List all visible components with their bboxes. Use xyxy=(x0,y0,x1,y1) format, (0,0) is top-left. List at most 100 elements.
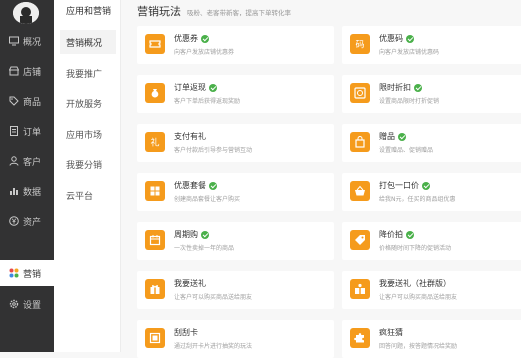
clock-icon xyxy=(350,83,370,103)
nav-item-label: 概况 xyxy=(23,37,42,48)
marketing-card[interactable]: 我要送礼 让客户可以购买商品送给朋友 xyxy=(137,271,334,309)
marketing-card-description: 客户下单后获得返现奖励 xyxy=(174,98,241,105)
marketing-card[interactable]: 降价拍价格随时间下降的促销活动 xyxy=(342,222,521,260)
marketing-card-title: 限时折扣 xyxy=(379,82,422,93)
marketing-card[interactable]: 优惠套餐 创建商品套餐让客户购买 xyxy=(137,173,334,211)
nav-item-label: 店铺 xyxy=(23,67,42,78)
gift-ribbon-icon: 礼 xyxy=(145,132,165,152)
avatar[interactable] xyxy=(13,2,39,24)
tag-icon xyxy=(8,96,19,107)
ticket-icon xyxy=(145,34,165,54)
marketing-card-title-text: 支付有礼 xyxy=(174,132,206,141)
nav-item-store[interactable]: 店铺 xyxy=(0,58,54,84)
nav-item-products[interactable]: 商品 xyxy=(0,88,54,114)
page-subtitle: 吸粉、老客带新客，提高下单转化率 xyxy=(187,9,291,17)
marketing-card-description: 客户付款后引导参与营销互动 xyxy=(174,147,253,154)
marketing-card-title-text: 周期购 xyxy=(174,230,198,239)
marketing-card-title-text: 订单返现 xyxy=(174,83,206,92)
subnav-item-promotion[interactable]: 我要推广 xyxy=(60,61,116,85)
marketing-card-title: 优惠码 xyxy=(379,33,414,44)
marketing-card[interactable]: 码 优惠码向客户发放店铺优惠码 xyxy=(342,26,521,64)
marketing-card-title-text: 打包一口价 xyxy=(379,181,419,190)
marketing-card-title-text: 优惠套餐 xyxy=(174,181,206,190)
nav-item-settings[interactable]: 设置 xyxy=(0,291,54,317)
marketing-card[interactable]: 刮刮卡通过刮开卡片进行抽奖的玩法 xyxy=(137,320,334,358)
marketing-card-title-text: 我要送礼 xyxy=(174,279,206,288)
marketing-card-title-text: 降价拍 xyxy=(379,230,403,239)
marketing-card-description: 通过刮开卡片进行抽奖的玩法 xyxy=(174,343,253,350)
subnav-item-app-market[interactable]: 应用市场 xyxy=(60,122,116,146)
marketing-card-title-text: 我要送礼（社群版） xyxy=(379,279,451,288)
nav-item-data[interactable]: 数据 xyxy=(0,178,54,204)
nav-item-label: 订单 xyxy=(23,127,42,138)
marketing-card-title-text: 优惠码 xyxy=(379,34,403,43)
gear-icon xyxy=(8,299,19,310)
nav-item-overview[interactable]: 概况 xyxy=(0,28,54,54)
scratch-card-icon xyxy=(145,328,165,348)
enabled-check-icon xyxy=(398,132,406,141)
enabled-check-icon xyxy=(209,181,217,190)
primary-sidebar: 概况 店铺 商品 订单 客户 数据 资产 营销 设置 xyxy=(0,0,54,352)
subnav-item-cloud-platform[interactable]: 云平台 xyxy=(60,183,116,207)
shopping-bag-icon xyxy=(350,132,370,152)
marketing-card-title: 周期购 xyxy=(174,229,209,240)
marketing-card[interactable]: 礼 支付有礼客户付款后引导参与营销互动 xyxy=(137,124,334,162)
package-icon xyxy=(145,181,165,201)
nav-item-label: 商品 xyxy=(23,97,42,108)
nav-item-orders[interactable]: 订单 xyxy=(0,118,54,144)
marketing-card-title: 赠品 xyxy=(379,131,406,142)
bar-chart-icon xyxy=(8,186,19,197)
subnav-item-open-services[interactable]: 开放服务 xyxy=(60,91,116,115)
page-title: 营销玩法 吸粉、老客带新客，提高下单转化率 xyxy=(137,3,291,19)
marketing-card-description: 价格随时间下降的促销活动 xyxy=(379,245,452,252)
nav-item-label: 数据 xyxy=(23,187,42,198)
svg-text:礼: 礼 xyxy=(150,137,159,149)
marketing-card-title: 打包一口价 xyxy=(379,180,430,191)
marketing-card[interactable]: 赠品设置赠品、促销赠品 xyxy=(342,124,521,162)
marketing-card[interactable]: 打包一口价给我N元，任买的商品组优惠 xyxy=(342,173,521,211)
nav-item-customers[interactable]: 客户 xyxy=(0,148,54,174)
marketing-card[interactable]: 限时折扣设置商品限时打折促销 xyxy=(342,75,521,113)
marketing-card-title: 我要送礼（社群版） xyxy=(379,278,451,289)
puzzle-icon xyxy=(350,328,370,348)
subnav-item-distribution[interactable]: 我要分销 xyxy=(60,152,116,176)
person-icon xyxy=(8,156,19,167)
marketing-card-description: 设置赠品、促销赠品 xyxy=(379,147,434,154)
marketing-card-description: 给我N元，任买的商品组优惠 xyxy=(379,196,456,203)
marketing-card-description: 一次性卖掉一年的商品 xyxy=(174,245,235,252)
svg-text:码: 码 xyxy=(355,40,364,51)
marketing-card-title: 疯狂猜 xyxy=(379,327,403,338)
secondary-sidebar: 应用和营销 营销概况 我要推广 开放服务 应用市场 我要分销 云平台 xyxy=(54,0,121,352)
marketing-card[interactable]: 优惠券 向客户发放店铺优惠券 xyxy=(137,26,334,64)
nav-item-label: 营销 xyxy=(23,269,42,280)
subnav-item-marketing-overview[interactable]: 营销概况 xyxy=(60,30,116,54)
enabled-check-icon xyxy=(201,230,209,239)
marketing-card[interactable]: 我要送礼（社群版） 让客户可以购买商品送给朋友 xyxy=(342,271,521,309)
code-icon: 码 xyxy=(350,34,370,54)
page-title-text: 营销玩法 xyxy=(137,5,181,18)
marketing-card-title-text: 优惠券 xyxy=(174,34,198,43)
marketing-card-title: 刮刮卡 xyxy=(174,327,198,338)
yen-circle-icon xyxy=(8,216,19,227)
marketing-card-title: 我要送礼 xyxy=(174,278,206,289)
monitor-icon xyxy=(8,36,19,47)
marketing-card[interactable]: 周期购一次性卖掉一年的商品 xyxy=(137,222,334,260)
main-content: 营销玩法 吸粉、老客带新客，提高下单转化率 优惠券 向客户发放店铺优惠券 码 优惠码向客… xyxy=(121,0,521,358)
marketing-card-title: 降价拍 xyxy=(379,229,414,240)
marketing-card-description: 向客户发放店铺优惠码 xyxy=(379,49,440,56)
enabled-check-icon xyxy=(406,230,414,239)
group-gift-icon xyxy=(350,279,370,299)
marketing-card[interactable]: 疯狂猜 回答问题，按答题情况给奖励 xyxy=(342,320,521,358)
enabled-check-icon xyxy=(406,34,414,43)
marketing-card-title-text: 疯狂猜 xyxy=(379,328,403,337)
basket-icon xyxy=(350,181,370,201)
nav-item-assets[interactable]: 资产 xyxy=(0,208,54,234)
enabled-check-icon xyxy=(201,34,209,43)
marketing-card[interactable]: 订单返现客户下单后获得返现奖励 xyxy=(137,75,334,113)
calendar-icon xyxy=(145,230,165,250)
nav-item-marketing[interactable]: 营销 xyxy=(0,260,54,286)
nav-item-label: 资产 xyxy=(23,217,42,228)
marketing-card-description: 设置商品限时打折促销 xyxy=(379,98,440,105)
enabled-check-icon xyxy=(209,83,217,92)
enabled-check-icon xyxy=(414,83,422,92)
